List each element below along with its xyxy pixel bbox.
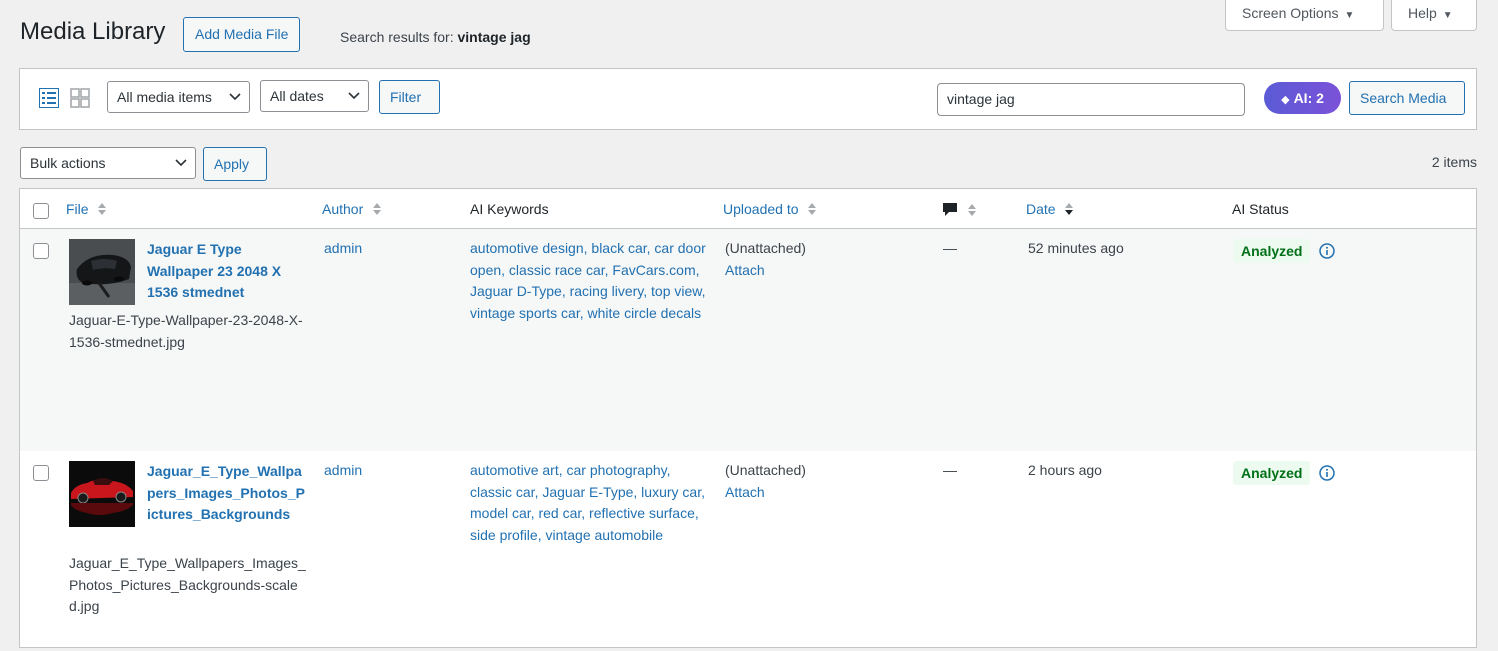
row-checkbox[interactable] xyxy=(33,243,49,259)
help-button[interactable]: Help ▼ xyxy=(1391,0,1477,31)
dates-select[interactable]: All dates xyxy=(260,80,369,112)
chevron-down-icon xyxy=(175,159,187,167)
column-comments[interactable] xyxy=(942,201,976,218)
screen-options-button[interactable]: Screen Options ▼ xyxy=(1225,0,1384,31)
info-icon[interactable] xyxy=(1319,243,1335,259)
items-count: 2 items xyxy=(1431,154,1477,170)
apply-button[interactable]: Apply xyxy=(203,147,267,181)
search-results-term: vintage jag xyxy=(457,29,531,45)
column-ai-keywords: AI Keywords xyxy=(470,201,549,217)
upload-date: 2 hours ago xyxy=(1028,462,1102,478)
black-jaguar-thumbnail-image xyxy=(69,239,135,305)
media-filename: Jaguar-E-Type-Wallpaper-23-2048-X-1536-s… xyxy=(69,312,303,350)
help-label: Help xyxy=(1408,5,1437,21)
search-media-button[interactable]: Search Media xyxy=(1349,81,1465,115)
column-uploaded-to[interactable]: Uploaded to xyxy=(723,201,817,217)
ai-status-badge: Analyzed xyxy=(1233,239,1311,263)
media-title-link[interactable]: Jaguar E Type Wallpaper 23 2048 X 1536 s… xyxy=(147,239,307,304)
comment-bubble-icon xyxy=(943,203,957,216)
column-author[interactable]: Author xyxy=(322,201,382,217)
column-uploaded-to-label: Uploaded to xyxy=(723,201,799,217)
uploaded-status: (Unattached) xyxy=(725,240,806,256)
media-thumbnail[interactable] xyxy=(69,239,135,305)
bulk-actions-value: Bulk actions xyxy=(30,155,106,171)
page-title: Media Library xyxy=(20,18,166,45)
chevron-down-icon xyxy=(229,93,241,101)
caret-down-icon: ▼ xyxy=(1344,10,1355,21)
row-checkbox[interactable] xyxy=(33,465,49,481)
column-date-label: Date xyxy=(1026,201,1056,217)
table-row: Jaguar E Type Wallpaper 23 2048 X 1536 s… xyxy=(20,229,1476,451)
sort-icon xyxy=(98,203,107,215)
media-type-value: All media items xyxy=(117,89,212,105)
chevron-down-icon xyxy=(348,92,360,100)
sort-icon xyxy=(373,203,382,215)
search-results-text: Search results for: vintage jag xyxy=(340,29,531,45)
media-table: File Author AI Keywords Uploaded to Date… xyxy=(19,188,1477,648)
comments-count: — xyxy=(943,240,957,256)
column-ai-status: AI Status xyxy=(1232,201,1289,217)
media-thumbnail[interactable] xyxy=(69,461,135,527)
filter-bar: All media items All dates Filter vintage… xyxy=(19,68,1477,130)
add-media-file-button[interactable]: Add Media File xyxy=(183,17,301,52)
info-icon[interactable] xyxy=(1319,465,1335,481)
media-type-select[interactable]: All media items xyxy=(107,81,250,113)
uploaded-status: (Unattached) xyxy=(725,462,806,478)
attach-link[interactable]: Attach xyxy=(725,260,765,282)
caret-down-icon: ▼ xyxy=(1442,10,1453,21)
author-link[interactable]: admin xyxy=(324,238,362,260)
sort-icon xyxy=(967,204,976,216)
screen-options-label: Screen Options xyxy=(1242,5,1339,21)
grid-view-icon[interactable] xyxy=(70,88,90,108)
media-filename: Jaguar_E_Type_Wallpapers_Images_Photos_P… xyxy=(69,555,306,614)
author-link[interactable]: admin xyxy=(324,460,362,482)
ai-keywords-links[interactable]: automotive art, car photography, classic… xyxy=(470,460,710,546)
red-jaguar-thumbnail-image xyxy=(69,461,135,527)
table-header: File Author AI Keywords Uploaded to Date… xyxy=(20,189,1476,229)
media-title-link[interactable]: Jaguar_E_Type_Wallpapers_Images_Photos_P… xyxy=(147,461,307,526)
select-all-checkbox[interactable] xyxy=(33,203,49,219)
bulk-actions-select[interactable]: Bulk actions xyxy=(20,147,196,179)
ai-status-badge: Analyzed xyxy=(1233,461,1311,485)
column-author-label: Author xyxy=(322,201,364,217)
search-input[interactable]: vintage jag xyxy=(937,83,1245,116)
column-file[interactable]: File xyxy=(66,201,107,217)
comments-count: — xyxy=(943,462,957,478)
filter-button[interactable]: Filter xyxy=(379,80,440,114)
ai-keywords-links[interactable]: automotive design, black car, car door o… xyxy=(470,238,710,324)
sort-desc-icon xyxy=(1065,203,1074,215)
dates-value: All dates xyxy=(270,88,324,104)
search-results-prefix: Search results for: xyxy=(340,29,454,45)
table-row: Jaguar_E_Type_Wallpapers_Images_Photos_P… xyxy=(20,451,1476,651)
sort-icon xyxy=(808,203,817,215)
attach-link[interactable]: Attach xyxy=(725,482,765,504)
column-file-label: File xyxy=(66,201,89,217)
ai-count-pill[interactable]: ◆ AI: 2 xyxy=(1264,82,1341,114)
upload-date: 52 minutes ago xyxy=(1028,240,1124,256)
ai-count-label: AI: 2 xyxy=(1293,90,1324,106)
column-date[interactable]: Date xyxy=(1026,201,1074,217)
list-view-icon[interactable] xyxy=(39,88,59,108)
diamond-icon: ◆ xyxy=(1281,94,1290,106)
